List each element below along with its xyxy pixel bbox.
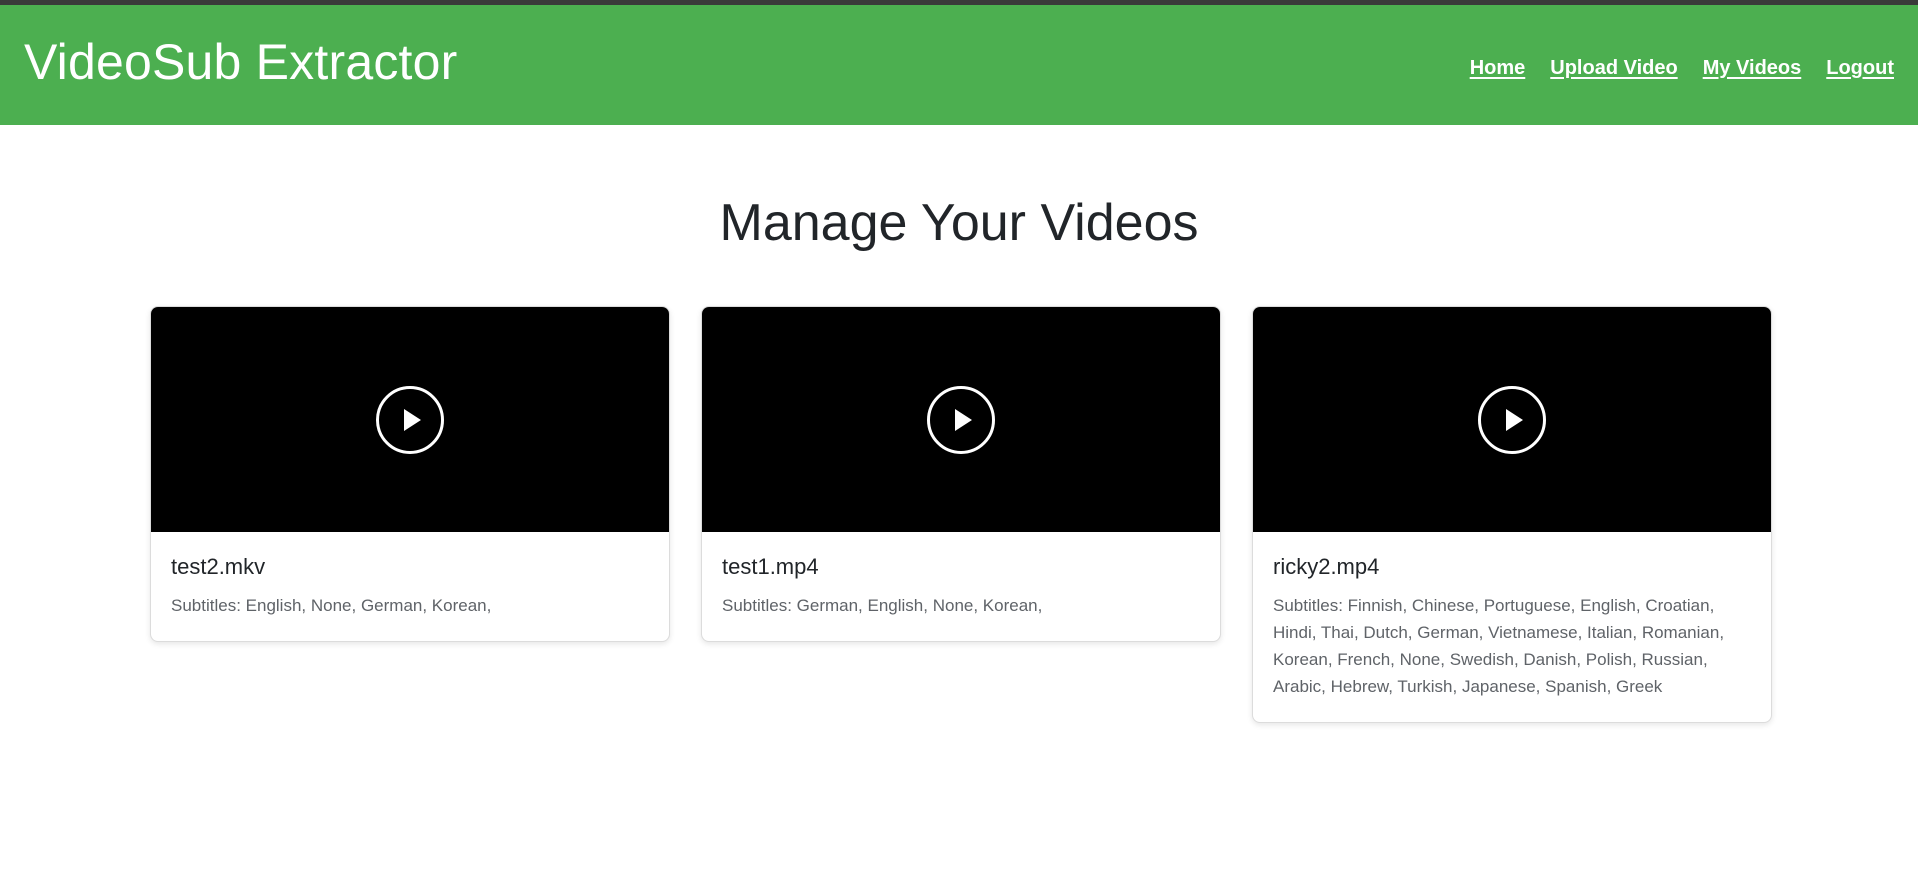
video-player[interactable] bbox=[702, 307, 1220, 532]
video-title: test1.mp4 bbox=[722, 554, 819, 579]
nav-link-my-videos[interactable]: My Videos bbox=[1703, 57, 1802, 80]
page-title: Manage Your Videos bbox=[719, 194, 1199, 252]
video-card-list: test2.mkv Subtitles: English, None, Germ… bbox=[150, 306, 1772, 723]
video-player[interactable] bbox=[151, 307, 669, 532]
subtitle-languages: Subtitles: English, None, German, Korean… bbox=[171, 596, 492, 615]
video-player[interactable] bbox=[1253, 307, 1771, 532]
video-card: test1.mp4 Subtitles: German, English, No… bbox=[701, 306, 1221, 642]
card-body: ricky2.mp4 Subtitles: Finnish, Chinese, … bbox=[1253, 532, 1771, 722]
nav-link-upload-video[interactable]: Upload Video bbox=[1550, 57, 1677, 80]
play-icon[interactable] bbox=[376, 385, 444, 454]
card-body: test1.mp4 Subtitles: German, English, No… bbox=[702, 532, 1220, 641]
video-title: test2.mkv bbox=[171, 554, 266, 579]
video-title: ricky2.mp4 bbox=[1273, 554, 1380, 579]
play-icon[interactable] bbox=[927, 385, 995, 454]
nav-links: Home Upload Video My Videos Logout bbox=[1470, 57, 1894, 80]
nav-link-home[interactable]: Home bbox=[1470, 57, 1526, 80]
nav-link-logout[interactable]: Logout bbox=[1826, 57, 1894, 80]
play-icon[interactable] bbox=[1478, 385, 1546, 454]
card-body: test2.mkv Subtitles: English, None, Germ… bbox=[151, 532, 669, 641]
subtitle-languages: Subtitles: German, English, None, Korean… bbox=[722, 596, 1043, 615]
subtitle-languages: Subtitles: Finnish, Chinese, Portuguese,… bbox=[1273, 596, 1725, 696]
video-card: ricky2.mp4 Subtitles: Finnish, Chinese, … bbox=[1252, 306, 1772, 723]
navbar: VideoSub Extractor Home Upload Video My … bbox=[0, 5, 1918, 125]
brand-title: VideoSub Extractor bbox=[24, 34, 458, 90]
video-card: test2.mkv Subtitles: English, None, Germ… bbox=[150, 306, 670, 642]
